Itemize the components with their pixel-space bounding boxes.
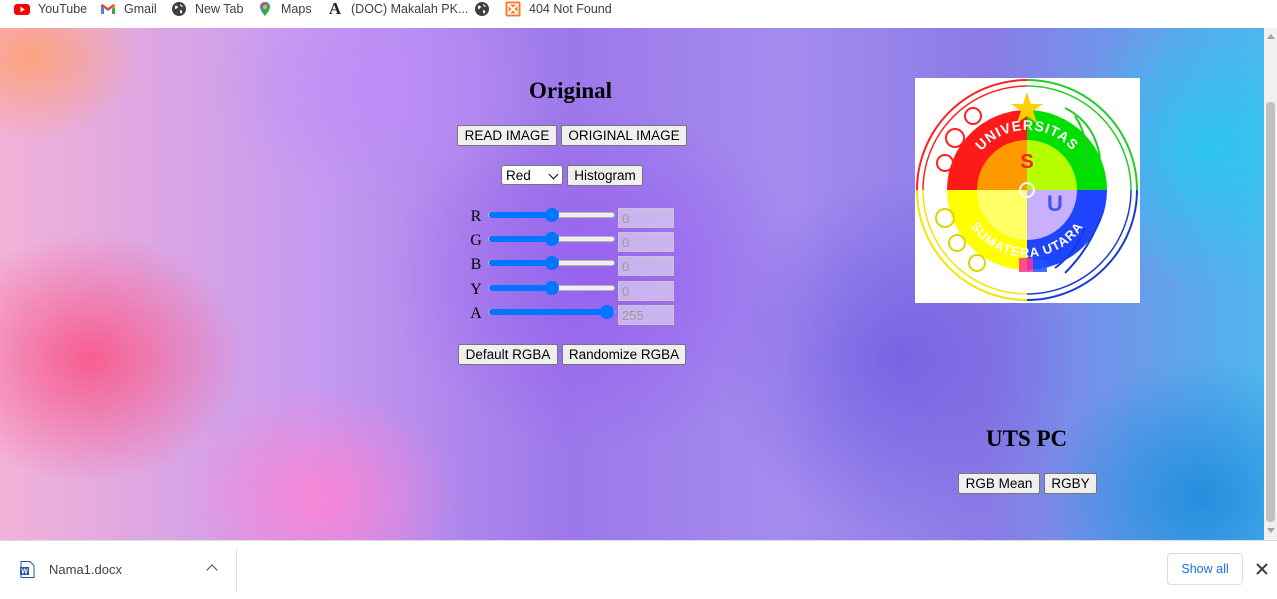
- globe-icon: [171, 1, 187, 17]
- svg-text:W: W: [21, 569, 28, 576]
- bookmark-gmail[interactable]: Gmail: [100, 0, 157, 18]
- slider-label-r: R: [470, 208, 482, 225]
- chevron-up-icon[interactable]: [206, 564, 218, 576]
- value-input-g[interactable]: 0: [618, 232, 674, 252]
- slider-y[interactable]: [488, 281, 615, 295]
- slider-g[interactable]: [488, 232, 615, 246]
- bookmark-label: 404 Not Found: [529, 2, 612, 16]
- download-bar: W Nama1.docx Show all: [0, 540, 1277, 599]
- chevron-down-icon: [548, 169, 559, 180]
- randomize-rgba-button[interactable]: Randomize RGBA: [562, 344, 686, 365]
- bookmark-label: Maps: [281, 2, 312, 16]
- original-title: Original: [529, 78, 613, 103]
- bookmark-label: New Tab: [195, 2, 244, 16]
- histogram-button[interactable]: Histogram: [567, 165, 643, 186]
- channel-select-value: Red: [506, 167, 531, 183]
- scroll-up-arrow-icon[interactable]: [1267, 34, 1275, 39]
- value-input-y[interactable]: 0: [618, 281, 674, 301]
- slider-label-b: B: [470, 256, 482, 273]
- close-icon[interactable]: [1254, 561, 1270, 577]
- value-input-a[interactable]: 255: [618, 305, 674, 325]
- usu-logo-image: UNIVERSITAS SUMATERA UTARA S U: [915, 78, 1140, 303]
- download-file-name: Nama1.docx: [49, 562, 122, 577]
- scroll-down-arrow-icon[interactable]: [1267, 528, 1275, 533]
- bookmark-maps[interactable]: Maps: [257, 0, 312, 18]
- read-image-button[interactable]: READ IMAGE: [457, 125, 557, 146]
- gmail-icon: [100, 1, 116, 17]
- globe-icon: [474, 1, 490, 17]
- original-image-button[interactable]: ORIGINAL IMAGE: [561, 125, 687, 146]
- logo-letter-s: S: [1020, 151, 1033, 173]
- rgby-button[interactable]: RGBY: [1044, 473, 1097, 494]
- bookmark-label: YouTube: [38, 2, 88, 16]
- value-input-r[interactable]: 0: [618, 208, 674, 228]
- default-rgba-button[interactable]: Default RGBA: [458, 344, 558, 365]
- bookmarks-bar: YouTube Gmail New Tab Maps A (DOC) Makal…: [0, 0, 1277, 29]
- vertical-scrollbar[interactable]: [1264, 28, 1277, 540]
- value-input-b[interactable]: 0: [618, 256, 674, 276]
- download-separator: [236, 549, 237, 591]
- word-doc-icon: W: [20, 561, 35, 578]
- scrollbar-thumb[interactable]: [1266, 102, 1275, 522]
- bookmark-globe[interactable]: [474, 0, 498, 18]
- slider-label-a: A: [470, 305, 482, 322]
- channel-select[interactable]: Red: [501, 165, 563, 185]
- academia-icon: A: [328, 0, 342, 18]
- show-all-button[interactable]: Show all: [1167, 553, 1243, 585]
- bookmark-doc-makalah[interactable]: A (DOC) Makalah PK...: [327, 0, 469, 18]
- bookmark-label: Gmail: [124, 2, 157, 16]
- rgb-mean-button[interactable]: RGB Mean: [958, 473, 1040, 494]
- bookmark-label: (DOC) Makalah PK...: [351, 2, 469, 16]
- bookmark-youtube[interactable]: YouTube: [14, 0, 87, 18]
- bookmark-404[interactable]: 404 Not Found: [505, 0, 612, 18]
- xampp-icon: [505, 1, 521, 17]
- slider-label-g: G: [470, 232, 482, 249]
- download-item[interactable]: W Nama1.docx: [0, 541, 236, 599]
- page-content: Original READ IMAGE ORIGINAL IMAGE Red H…: [0, 28, 1264, 540]
- logo-letter-u: U: [1047, 191, 1063, 216]
- slider-r[interactable]: [488, 208, 615, 222]
- slider-label-y: Y: [470, 281, 482, 298]
- maps-icon: [257, 1, 273, 17]
- bookmark-new-tab[interactable]: New Tab: [171, 0, 243, 18]
- youtube-icon: [14, 1, 30, 17]
- slider-a[interactable]: [488, 305, 615, 319]
- slider-b[interactable]: [488, 256, 615, 270]
- uts-title: UTS PC: [986, 426, 1068, 451]
